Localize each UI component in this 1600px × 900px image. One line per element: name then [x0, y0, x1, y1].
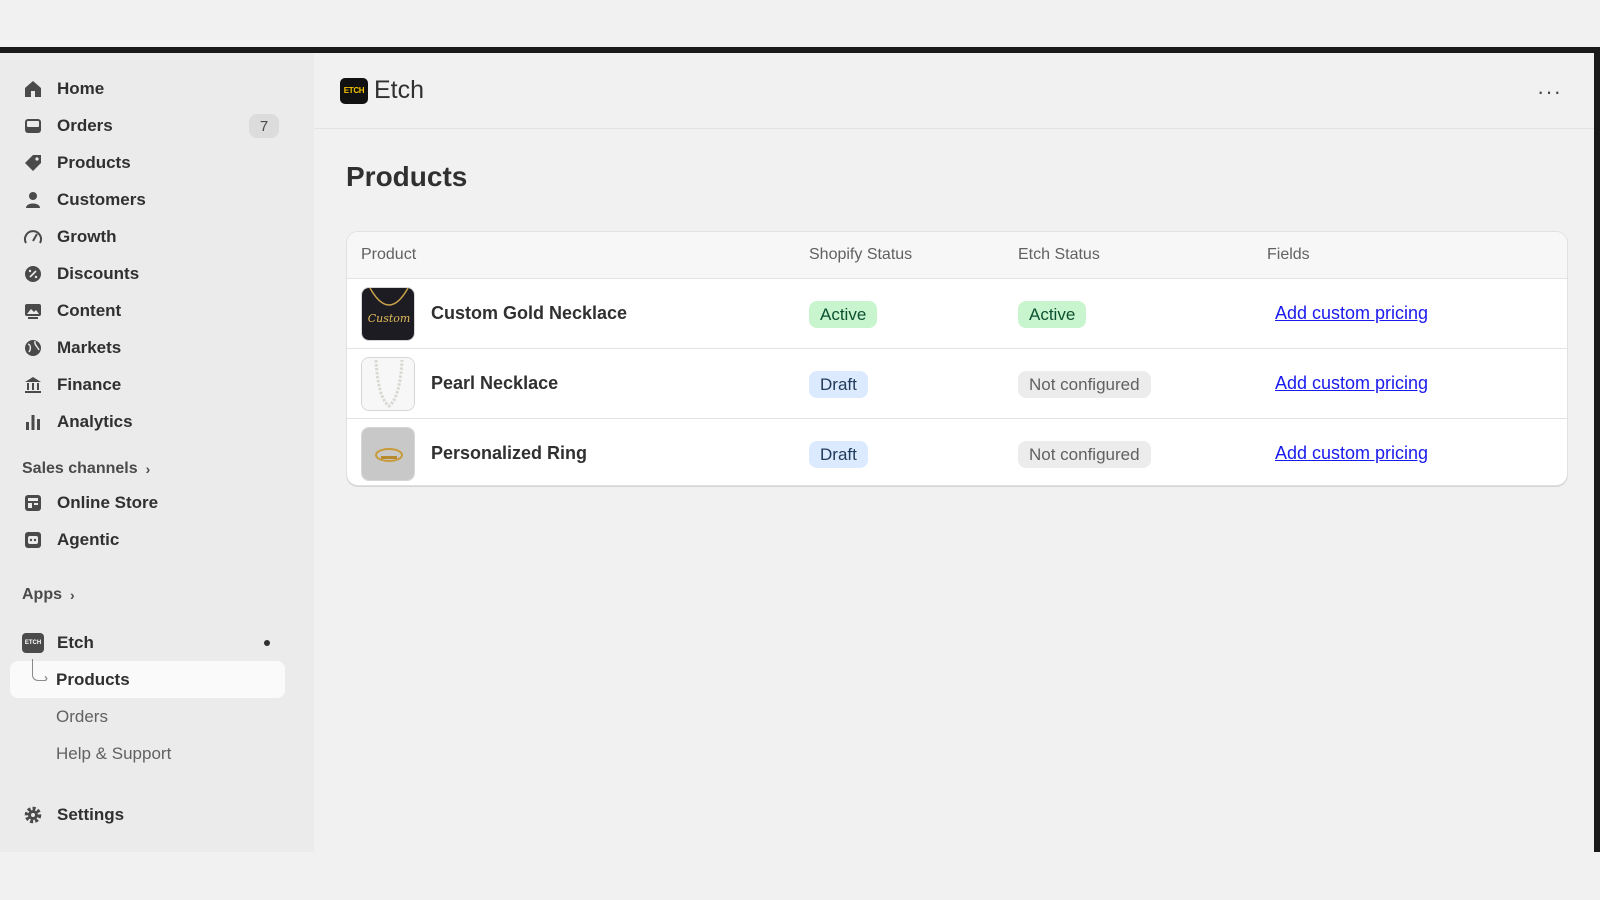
sidebar-item-etch[interactable]: ETCH Etch — [0, 624, 314, 661]
apps-header[interactable]: Apps › — [0, 580, 314, 610]
sidebar-item-markets[interactable]: Markets — [0, 329, 314, 366]
svg-text:Custom: Custom — [368, 312, 411, 325]
sidebar-item-label: Settings — [57, 804, 125, 824]
main-content: ETCH Etch ··· Products Product Shopify S… — [314, 53, 1594, 852]
image-icon — [22, 300, 44, 322]
sales-channels-header[interactable]: Sales channels › — [0, 454, 314, 484]
column-header-shopify-status: Shopify Status — [809, 246, 913, 263]
sidebar-item-discounts[interactable]: Discounts — [0, 255, 314, 292]
table-row[interactable]: Personalized Ring Draft Not configured A… — [347, 419, 1567, 485]
sidebar-item-label: Etch — [57, 632, 94, 652]
sidebar-item-customers[interactable]: Customers — [0, 181, 314, 218]
home-icon — [22, 78, 44, 100]
product-thumbnail-gold-necklace: Custom — [361, 287, 415, 341]
inbox-icon — [22, 115, 44, 137]
page-title: Products — [346, 161, 468, 192]
etch-status-badge: Not configured — [1018, 441, 1151, 468]
add-custom-pricing-link[interactable]: Add custom pricing — [1275, 373, 1428, 394]
sidebar-item-label: Online Store — [57, 492, 159, 512]
sidebar-subitem-products[interactable]: › Products — [10, 659, 285, 698]
add-custom-pricing-link[interactable]: Add custom pricing — [1275, 443, 1428, 464]
person-icon — [22, 189, 44, 211]
product-name: Custom Gold Necklace — [431, 303, 628, 323]
sidebar: Home Orders 7 Products Customers Growth … — [0, 53, 314, 852]
sidebar-item-products[interactable]: Products — [0, 144, 314, 181]
tree-arrow-icon: › — [44, 671, 48, 685]
sidebar-item-label: Growth — [57, 226, 117, 246]
globe-icon — [22, 337, 44, 359]
column-header-etch-status: Etch Status — [1018, 246, 1100, 263]
sidebar-item-label: Home — [57, 78, 105, 98]
app-title: Etch — [374, 76, 425, 104]
app-header: ETCH Etch ··· — [314, 53, 1594, 129]
gauge-icon — [22, 226, 44, 248]
sidebar-item-label: Finance — [57, 374, 122, 394]
column-header-fields: Fields — [1267, 246, 1310, 263]
products-table: Product Shopify Status Etch Status Field… — [346, 231, 1568, 486]
product-thumbnail-ring — [361, 427, 415, 481]
sidebar-item-growth[interactable]: Growth — [0, 218, 314, 255]
table-row[interactable]: Custom Custom Gold Necklace Active Activ… — [347, 279, 1567, 349]
more-actions-button[interactable]: ··· — [1537, 79, 1562, 105]
sidebar-item-home[interactable]: Home — [0, 70, 314, 107]
store-icon — [22, 492, 44, 514]
product-name: Pearl Necklace — [431, 373, 559, 393]
etch-logo: ETCH — [340, 77, 368, 104]
shopify-status-badge: Draft — [809, 371, 868, 398]
sidebar-item-settings[interactable]: Settings — [0, 796, 314, 833]
sidebar-item-online-store[interactable]: Online Store — [0, 484, 314, 521]
sidebar-item-agentic[interactable]: Agentic — [0, 521, 314, 558]
sidebar-item-label: Agentic — [57, 529, 120, 549]
tag-icon — [22, 152, 44, 174]
etch-app-icon: ETCH — [22, 632, 44, 654]
sidebar-item-label: Content — [57, 300, 122, 320]
orders-count-badge: 7 — [249, 114, 279, 138]
sidebar-item-content[interactable]: Content — [0, 292, 314, 329]
robot-icon — [22, 529, 44, 551]
shopify-status-badge: Active — [809, 301, 878, 328]
sidebar-item-label: Analytics — [57, 411, 133, 431]
etch-status-badge: Active — [1018, 301, 1087, 328]
admin-frame: Home Orders 7 Products Customers Growth … — [0, 53, 1600, 852]
bar-chart-icon — [22, 411, 44, 433]
etch-mini-logo: ETCH — [22, 632, 44, 653]
chevron-right-icon: › — [145, 461, 151, 477]
sidebar-item-label: Discounts — [57, 263, 140, 283]
sidebar-item-label: Customers — [57, 189, 146, 209]
sidebar-subitem-help-support[interactable]: Help & Support — [0, 735, 314, 772]
etch-status-badge: Not configured — [1018, 371, 1151, 398]
bottom-strip — [0, 852, 1600, 900]
chevron-right-icon: › — [70, 587, 75, 603]
table-row[interactable]: Pearl Necklace Draft Not configured Add … — [347, 349, 1567, 419]
table-header: Product Shopify Status Etch Status Field… — [347, 232, 1567, 279]
window-edge — [1594, 53, 1600, 852]
product-thumbnail-pearl-necklace — [361, 357, 415, 411]
product-name: Personalized Ring — [431, 443, 588, 463]
sidebar-subitem-orders[interactable]: Orders — [0, 698, 314, 735]
discount-icon — [22, 263, 44, 285]
sidebar-item-orders[interactable]: Orders 7 — [0, 107, 314, 144]
gear-icon — [22, 804, 44, 826]
sidebar-item-label: Orders — [57, 115, 113, 135]
sidebar-item-label: Markets — [57, 337, 122, 357]
sidebar-item-label: Products — [57, 152, 131, 172]
shopify-status-badge: Draft — [809, 441, 868, 468]
sidebar-item-finance[interactable]: Finance — [0, 366, 314, 403]
pin-dot-icon — [264, 640, 270, 646]
add-custom-pricing-link[interactable]: Add custom pricing — [1275, 303, 1428, 324]
column-header-product: Product — [361, 246, 417, 263]
sidebar-item-analytics[interactable]: Analytics — [0, 403, 314, 440]
bank-icon — [22, 374, 44, 396]
